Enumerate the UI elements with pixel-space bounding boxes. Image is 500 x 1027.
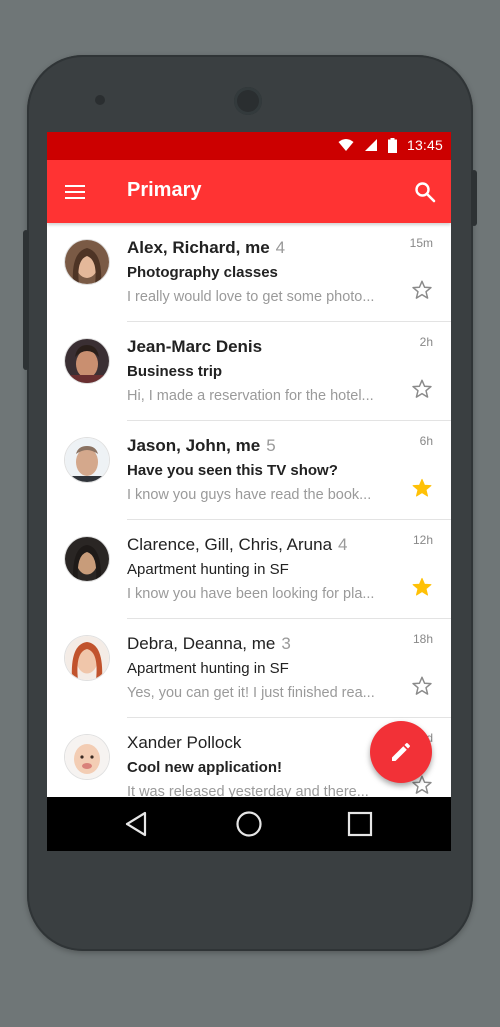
email-snippet: Hi, I made a reservation for the hotel..… [127, 388, 374, 404]
star-filled-icon[interactable] [411, 477, 433, 499]
avatar [65, 636, 109, 680]
sensor [95, 95, 105, 105]
email-time: 18h [412, 632, 433, 646]
email-subject: Photography classes [127, 264, 278, 281]
thread-count: 3 [281, 634, 291, 653]
search-icon[interactable] [413, 180, 437, 204]
email-row[interactable]: Jason, John, me 5 Have you seen this TV s… [47, 421, 451, 520]
compose-button[interactable] [370, 721, 432, 783]
email-sender: Jason, John, me 5 [127, 436, 276, 455]
email-sender: Jean-Marc Denis [127, 337, 263, 356]
menu-icon[interactable] [65, 185, 85, 199]
email-snippet: I know you have been looking for pla... [127, 586, 375, 602]
recents-icon[interactable] [346, 810, 374, 838]
page-title: Primary [127, 179, 202, 201]
power-button [471, 170, 477, 226]
app-bar: Primary [47, 160, 451, 223]
email-snippet: I really would love to get some photo... [127, 289, 375, 305]
status-time: 13:45 [406, 137, 443, 153]
email-sender: Clarence, Gill, Chris, Aruna 4 [127, 535, 348, 554]
email-subject: Apartment hunting in SF [127, 660, 289, 677]
avatar [65, 339, 109, 383]
back-icon[interactable] [123, 810, 151, 838]
thread-count: 4 [275, 238, 286, 257]
signal-icon [364, 139, 377, 151]
wifi-icon [338, 139, 354, 151]
nav-bar [47, 797, 451, 851]
home-icon[interactable] [235, 810, 263, 838]
avatar [65, 537, 109, 581]
star-outline-icon[interactable] [411, 378, 433, 400]
avatar [65, 240, 109, 284]
email-time: 12h [412, 533, 433, 547]
email-sender: Xander Pollock [127, 733, 242, 752]
star-outline-icon[interactable] [411, 675, 433, 697]
status-bar: 13:45 [47, 132, 451, 160]
email-row[interactable]: Clarence, Gill, Chris, Aruna 4 Apartment … [47, 520, 451, 619]
pencil-icon [392, 742, 411, 761]
email-sender: Alex, Richard, me 4 [127, 238, 286, 257]
email-time: 15m [409, 236, 433, 250]
star-filled-icon[interactable] [411, 576, 433, 598]
email-time: 2h [419, 335, 433, 349]
avatar [65, 735, 109, 779]
screen: 13:45 Primary Alex, Richard, me 4 Photogr… [47, 132, 451, 851]
email-subject: Apartment hunting in SF [127, 561, 289, 578]
thread-count: 5 [266, 436, 276, 455]
email-subject: Business trip [127, 363, 223, 380]
email-subject: Have you seen this TV show? [127, 462, 338, 479]
volume-button [23, 230, 29, 370]
battery-icon [387, 137, 397, 153]
email-snippet: I know you guys have read the book... [127, 487, 372, 503]
email-row[interactable]: Debra, Deanna, me 3 Apartment hunting in … [47, 619, 451, 718]
email-row[interactable]: Alex, Richard, me 4 Photography classes I… [47, 223, 451, 322]
email-sender: Debra, Deanna, me 3 [127, 634, 291, 653]
email-time: 6h [419, 434, 433, 448]
star-outline-icon[interactable] [411, 279, 433, 301]
front-camera [234, 87, 262, 115]
avatar [65, 438, 109, 482]
email-row[interactable]: Jean-Marc Denis Business trip Hi, I made… [47, 322, 451, 421]
email-subject: Cool new application! [127, 759, 283, 776]
thread-count: 4 [338, 535, 348, 554]
email-snippet: Yes, you can get it! I just finished rea… [127, 685, 375, 701]
